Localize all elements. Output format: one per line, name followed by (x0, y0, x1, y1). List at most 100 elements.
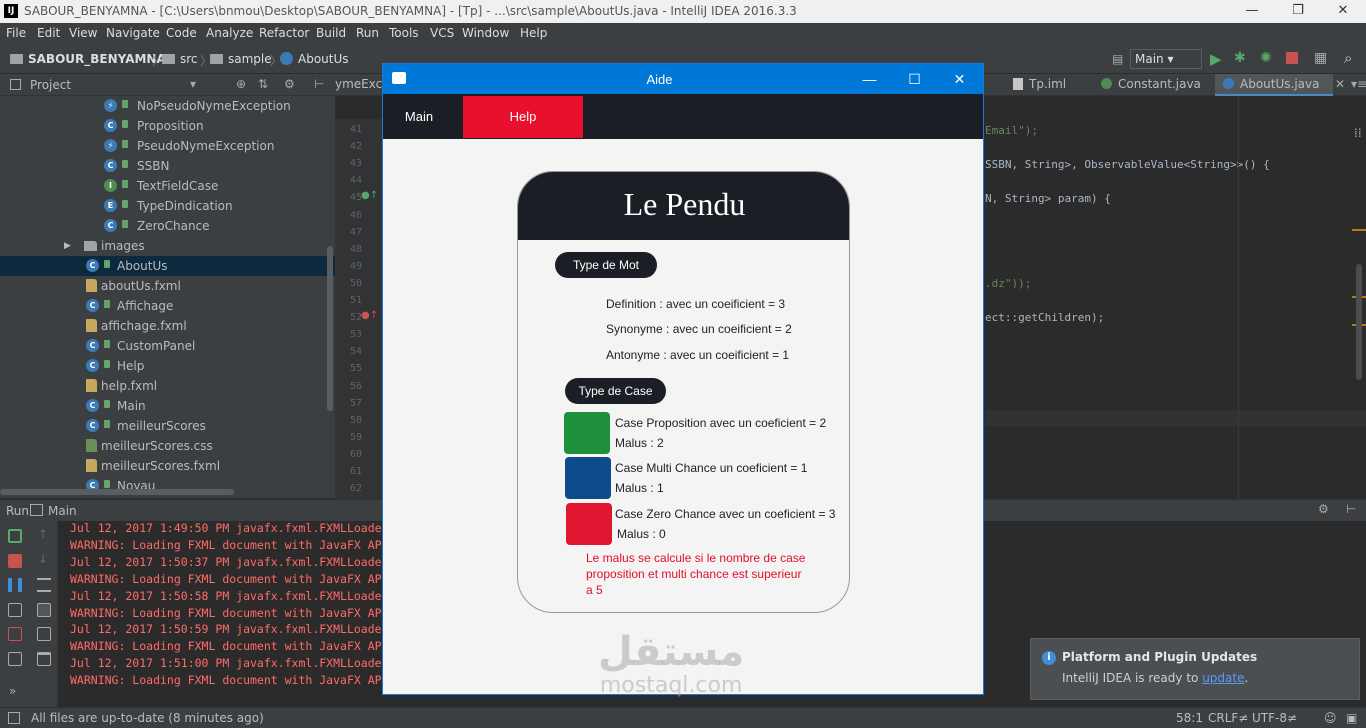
tree-item[interactable]: E TypeDindication (0, 196, 335, 216)
class-icon: C (104, 219, 117, 232)
sync-icon[interactable]: ⊕ (236, 77, 246, 91)
tool-windows-icon[interactable] (8, 712, 20, 724)
hide-panel-icon[interactable]: ⊢ (314, 77, 324, 91)
nav-help-button[interactable]: Help (463, 96, 583, 138)
scroll-to-end-icon[interactable] (37, 603, 51, 617)
tab-aboutus-java[interactable]: AboutUs.java (1215, 74, 1333, 96)
debug-icon[interactable]: ✱ (1234, 50, 1246, 66)
tree-item[interactable]: C Help (0, 356, 335, 376)
tab-nopseudonymeexception[interactable]: ymeExcep (335, 74, 397, 96)
class-icon: C (86, 259, 99, 272)
restore-icon[interactable]: ❐ (1275, 0, 1321, 23)
menu-view[interactable]: View (69, 26, 97, 40)
breadcrumb-aboutus[interactable]: AboutUs (280, 52, 349, 66)
tree-item[interactable]: ▶ images (0, 236, 335, 256)
up-arrow-icon[interactable]: ↑ (38, 527, 48, 541)
override-gutter-icon[interactable]: ●↑ (361, 190, 378, 201)
tree-item[interactable]: meilleurScores.css (0, 436, 335, 456)
tree-item[interactable]: I TextFieldCase (0, 176, 335, 196)
tree-horizontal-scrollbar[interactable] (0, 489, 234, 495)
tree-item[interactable]: C Affichage (0, 296, 335, 316)
tree-item[interactable]: C ZeroChance (0, 216, 335, 236)
tabs-overflow-icon[interactable]: ▾≡ (1351, 77, 1366, 91)
caret-position[interactable]: 58:1 (1176, 711, 1203, 725)
chevron-down-icon[interactable]: ▾ (190, 77, 196, 91)
menu-vcs[interactable]: VCS (430, 26, 454, 40)
editor-inspection-icon[interactable]: ⁞⁞ (1354, 126, 1362, 140)
menu-code[interactable]: Code (166, 26, 197, 40)
minimize-icon[interactable]: — (847, 64, 892, 94)
event-log-icon[interactable]: ▣ (1346, 711, 1357, 725)
tree-item[interactable]: CmeilleurScores (0, 416, 335, 436)
menu-navigate[interactable]: Navigate (106, 26, 160, 40)
expand-icon[interactable]: » (9, 684, 16, 698)
menu-edit[interactable]: Edit (37, 26, 60, 40)
gear-icon[interactable]: ⚙ (284, 77, 295, 91)
run-config-label[interactable]: Main (48, 504, 77, 518)
camera-icon[interactable] (8, 603, 22, 617)
print-icon[interactable] (37, 627, 51, 641)
tree-item[interactable]: C AboutUs (0, 256, 335, 276)
breadcrumb-project[interactable]: SABOUR_BENYAMNA (10, 52, 166, 66)
file-encoding[interactable]: UTF-8≠ (1252, 711, 1297, 725)
close-icon[interactable]: ✕ (937, 64, 982, 94)
tree-item[interactable]: C CustomPanel (0, 336, 335, 356)
tree-item[interactable]: aboutUs.fxml (0, 276, 335, 296)
layout-icon[interactable] (8, 652, 22, 666)
menu-file[interactable]: File (6, 26, 26, 40)
line-number: 45 (349, 192, 362, 204)
nav-main-button[interactable]: Main (383, 96, 455, 138)
tree-item[interactable]: ⚡ NoPseudoNymeException (0, 96, 335, 116)
tree-item[interactable]: help.fxml (0, 376, 335, 396)
update-link[interactable]: update (1202, 671, 1244, 685)
tree-item[interactable]: affichage.fxml (0, 316, 335, 336)
soft-wrap-icon[interactable] (37, 578, 51, 592)
hide-panel-icon[interactable]: ⊢ (1346, 502, 1356, 516)
line-separator[interactable]: CRLF≠ (1208, 711, 1248, 725)
tree-item[interactable]: ⚡ PseudoNymeException (0, 136, 335, 156)
menu-analyze[interactable]: Analyze (206, 26, 253, 40)
maximize-icon[interactable]: ☐ (892, 64, 937, 94)
editor-scrollbar[interactable] (1356, 264, 1362, 380)
class-icon (280, 52, 293, 65)
gear-icon[interactable]: ⚙ (1318, 502, 1329, 516)
tree-item[interactable]: C SSBN (0, 156, 335, 176)
tree-item[interactable]: C Proposition (0, 116, 335, 136)
warning-marker[interactable] (1352, 229, 1366, 231)
hector-icon[interactable]: ☺ (1324, 711, 1337, 725)
menu-window[interactable]: Window (462, 26, 509, 40)
project-panel-title[interactable]: Project (30, 78, 71, 92)
coverage-icon[interactable]: ✺ (1260, 50, 1272, 66)
exit-icon[interactable] (8, 627, 22, 641)
run-config-select[interactable]: Main ▾ (1130, 49, 1202, 69)
menu-tools[interactable]: Tools (389, 26, 419, 40)
stop-icon[interactable] (1286, 52, 1298, 64)
tree-item[interactable]: C Main (0, 396, 335, 416)
menu-help[interactable]: Help (520, 26, 547, 40)
down-arrow-icon[interactable]: ↓ (38, 552, 48, 566)
run-panel-label[interactable]: Run (6, 504, 29, 518)
breadcrumb-src[interactable]: src (162, 52, 198, 66)
stop-icon[interactable] (8, 554, 22, 568)
project-structure-icon[interactable]: ▦ (1314, 50, 1327, 66)
menu-run[interactable]: Run (356, 26, 379, 40)
rerun-icon[interactable] (8, 529, 22, 543)
implements-gutter-icon[interactable]: ●↑ (361, 310, 378, 321)
breadcrumb-sample[interactable]: sample (210, 52, 272, 66)
pause-icon[interactable] (8, 578, 22, 592)
tab-constant-java[interactable]: Constant.java (1093, 74, 1215, 96)
expand-arrow-icon[interactable]: ▶ (64, 241, 71, 251)
tab-tp-iml[interactable]: Tp.iml (1003, 74, 1093, 96)
tree-item[interactable]: meilleurScores.fxml (0, 456, 335, 476)
menu-build[interactable]: Build (316, 26, 346, 40)
search-icon[interactable]: ⌕ (1344, 49, 1352, 67)
collapse-icon[interactable]: ⇅ (258, 77, 268, 91)
menu-refactor[interactable]: Refactor (259, 26, 309, 40)
trash-icon[interactable] (37, 652, 51, 666)
close-tab-icon[interactable]: ✕ (1335, 77, 1345, 91)
tree-scrollbar[interactable] (327, 246, 333, 411)
run-icon[interactable]: ▶ (1210, 50, 1222, 68)
update-notification[interactable]: i Platform and Plugin Updates IntelliJ I… (1030, 638, 1360, 700)
close-icon[interactable]: ✕ (1320, 0, 1366, 23)
minimize-icon[interactable]: — (1229, 0, 1275, 23)
